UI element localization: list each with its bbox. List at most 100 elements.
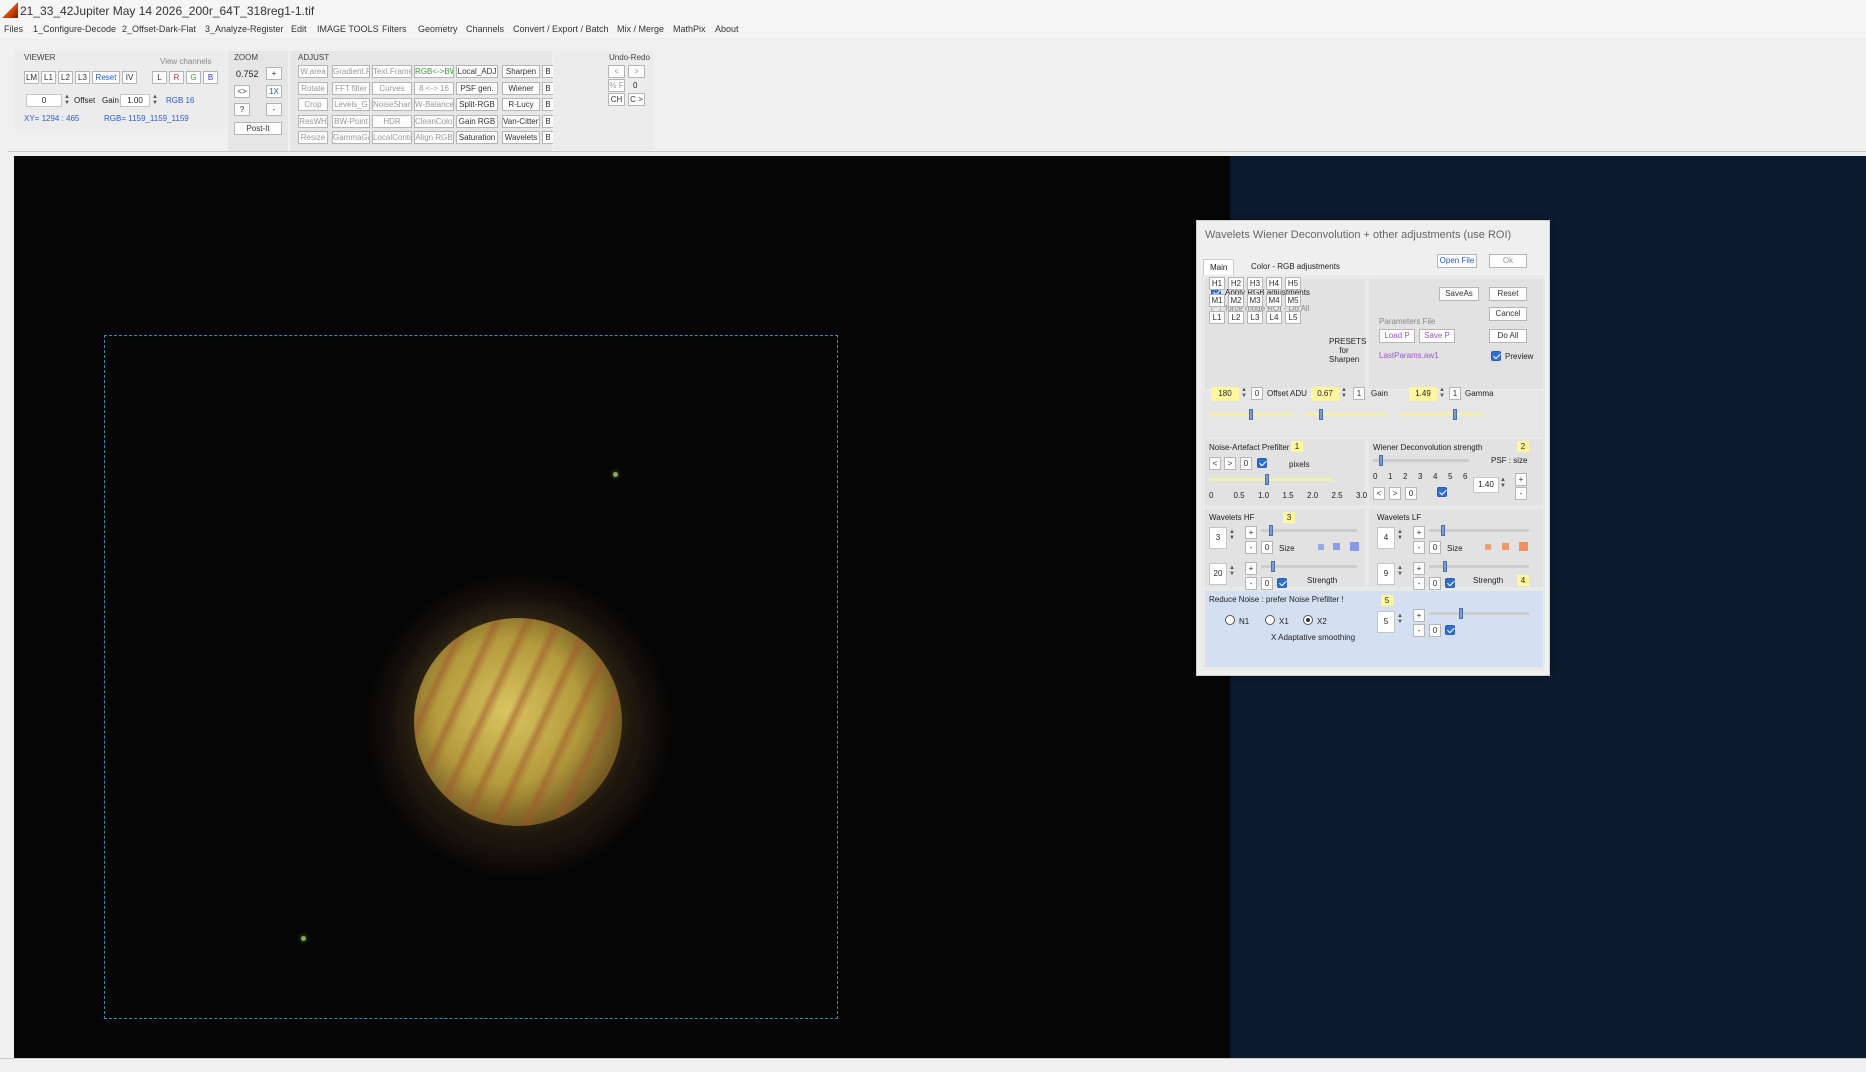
adjust-btn-bw-point-3-1[interactable]: BW-Point [332, 114, 370, 128]
wavelets-hf-strength-spinner[interactable]: ▲ ▼ [1228, 565, 1236, 578]
noise-n1-radio[interactable] [1225, 615, 1235, 625]
reduce-noise-zero[interactable]: 0 [1429, 624, 1441, 637]
c-next-button[interactable]: C > [628, 93, 645, 106]
wavelets-lf-strength-slider[interactable] [1429, 561, 1529, 572]
menu-about[interactable]: About [715, 24, 739, 34]
reset-view-button[interactable]: Reset [92, 71, 120, 84]
gain-reset-button[interactable]: 1 [1353, 387, 1365, 400]
psf-minus-button[interactable]: - [1515, 487, 1527, 500]
zoom-in-button[interactable]: + [266, 67, 282, 80]
wavelets-hf-strength-minus[interactable]: - [1245, 577, 1257, 590]
adjust-btn-resize-4-0[interactable]: Resize [298, 131, 328, 144]
offset-adu-spinner[interactable]: ▲ ▼ [1240, 387, 1248, 400]
channel-r-button[interactable]: R [169, 71, 184, 84]
gain-spinner[interactable]: ▲ ▼ [151, 94, 159, 107]
wavelets-lf-size-input[interactable]: 4 [1377, 527, 1395, 549]
menu-geometry[interactable]: Geometry [418, 24, 458, 34]
preset-m2-button[interactable]: M2 [1228, 294, 1244, 307]
offset-adu-reset-button[interactable]: 0 [1251, 387, 1263, 400]
menu-channels[interactable]: Channels [466, 24, 504, 34]
wavelets-hf-size-plus[interactable]: + [1245, 526, 1257, 539]
preset-l2-button[interactable]: L2 [1228, 311, 1244, 324]
wiener-prev-button[interactable]: < [1373, 487, 1385, 500]
wavelets-hf-strength-slider[interactable] [1261, 561, 1357, 572]
adjust-btn-crop-2-0[interactable]: Crop [298, 98, 328, 111]
wavelets-lf-strength-zero[interactable]: 0 [1429, 577, 1441, 590]
undo-button[interactable]: < [608, 65, 625, 78]
channel-l-button[interactable]: L [152, 71, 167, 84]
menu-filters[interactable]: Filters [382, 24, 407, 34]
gain-spinner-dialog[interactable]: ▲ ▼ [1340, 387, 1348, 400]
adjust-btn-w-area-0-0[interactable]: W.area [298, 65, 328, 78]
adjust-btn-rotate-1-0[interactable]: Rotate [298, 81, 328, 95]
adjust-btn-levels-g-2-1[interactable]: Levels_G [332, 98, 370, 111]
reduce-noise-slider[interactable] [1429, 608, 1529, 619]
gamma-slider[interactable] [1399, 409, 1483, 420]
reset-button[interactable]: Reset [1489, 287, 1527, 301]
adjust-btn-hdr-3-2[interactable]: HDR [372, 114, 412, 128]
menu-mix-merge[interactable]: Mix / Merge [617, 24, 664, 34]
gain-input[interactable]: 1.00 [120, 94, 150, 107]
open-file-button[interactable]: Open File [1437, 254, 1477, 268]
adjust-btn-gammagain-4-1[interactable]: GammaGain [332, 131, 370, 144]
psf-size-input[interactable]: 1.40 [1473, 477, 1499, 493]
adjust-btn-r-lucy-2-5[interactable]: R-Lucy [502, 98, 540, 111]
preset-l3-button[interactable]: L3 [1247, 311, 1263, 324]
image-viewer[interactable] [14, 156, 1866, 1058]
l2-button[interactable]: L2 [58, 71, 73, 84]
menu-configure-decode[interactable]: 1_Configure-Decode [33, 24, 116, 34]
reduce-noise-plus[interactable]: + [1413, 609, 1425, 622]
wavelets-hf-size-spinner[interactable]: ▲ ▼ [1228, 529, 1236, 542]
channel-b-button[interactable]: B [203, 71, 218, 84]
zoom-out-button[interactable]: - [266, 103, 282, 116]
wavelets-lf-strength-spinner[interactable]: ▲ ▼ [1396, 565, 1404, 578]
offset-adu-input[interactable]: 180 [1211, 387, 1239, 401]
menu-mathpix[interactable]: MathPix [673, 24, 706, 34]
adjust-btn-van-cittert-3-5[interactable]: Van-Cittert [502, 114, 540, 128]
psf-plus-button[interactable]: + [1515, 473, 1527, 486]
offset-slider[interactable] [1209, 409, 1293, 420]
adjust-btn-gain-rgb-3-4[interactable]: Gain RGB [456, 114, 498, 128]
wavelets-lf-strength-minus[interactable]: - [1413, 577, 1425, 590]
offset-spinner[interactable]: ▲ ▼ [63, 94, 71, 107]
wavelets-lf-checkbox[interactable] [1445, 578, 1455, 588]
iv-button[interactable]: IV [122, 71, 137, 84]
preset-m5-button[interactable]: M5 [1285, 294, 1301, 307]
adjust-btn-gradient-r-0-1[interactable]: Gradient.R [332, 65, 370, 78]
zoom-fit-button[interactable]: <> [234, 85, 250, 98]
adjust-btn-fft-filter-1-1[interactable]: FFT filter [332, 81, 370, 95]
wavelets-hf-checkbox[interactable] [1277, 578, 1287, 588]
lm-button[interactable]: LM [24, 71, 39, 84]
preset-l5-button[interactable]: L5 [1285, 311, 1301, 324]
menu-analyze-register[interactable]: 3_Analyze-Register [205, 24, 284, 34]
post-it-button[interactable]: Post-It [234, 122, 282, 135]
reduce-noise-input[interactable]: 5 [1377, 611, 1395, 633]
adjust-btn-rgb-bw-0-3[interactable]: RGB<->BW [414, 65, 454, 78]
adjust-btn-local-adj-0-4[interactable]: Local_ADJ [456, 65, 498, 78]
noise-x1-radio[interactable] [1265, 615, 1275, 625]
preset-m3-button[interactable]: M3 [1247, 294, 1263, 307]
load-params-button[interactable]: Load P [1379, 329, 1415, 343]
wiener-next-button[interactable]: > [1389, 487, 1401, 500]
wavelets-lf-size-spinner[interactable]: ▲ ▼ [1396, 529, 1404, 542]
wavelets-hf-strength-input[interactable]: 20 [1209, 563, 1227, 585]
zoom-1x-button[interactable]: 1X [266, 85, 282, 98]
gain-slider[interactable] [1303, 409, 1387, 420]
adjust-btn-psf-gen--1-4[interactable]: PSF gen. [456, 81, 498, 95]
adjust-btn-split-rgb-2-4[interactable]: Split-RGB [456, 98, 498, 111]
adjust-btn-w-balance-2-3[interactable]: W-Balance [414, 98, 454, 111]
wavelets-lf-strength-plus[interactable]: + [1413, 562, 1425, 575]
gamma-reset-button[interactable]: 1 [1449, 387, 1461, 400]
adjust-btn-align-rgb-4-3[interactable]: Align RGB [414, 131, 454, 144]
preset-l1-button[interactable]: L1 [1209, 311, 1225, 324]
adjust-btn-wiener-1-5[interactable]: Wiener [502, 81, 540, 95]
ok-button[interactable]: Ok [1489, 254, 1527, 268]
l3-button[interactable]: L3 [75, 71, 90, 84]
reduce-noise-minus[interactable]: - [1413, 624, 1425, 637]
psf-size-spinner[interactable]: ▲ ▼ [1499, 477, 1507, 493]
wavelets-lf-strength-input[interactable]: 9 [1377, 563, 1395, 585]
noise-prefilter-checkbox[interactable] [1257, 458, 1267, 468]
adjust-btn-noisesharp-2-2[interactable]: NoiseSharp [372, 98, 412, 111]
channel-g-button[interactable]: G [186, 71, 201, 84]
menu-edit[interactable]: Edit [291, 24, 307, 34]
